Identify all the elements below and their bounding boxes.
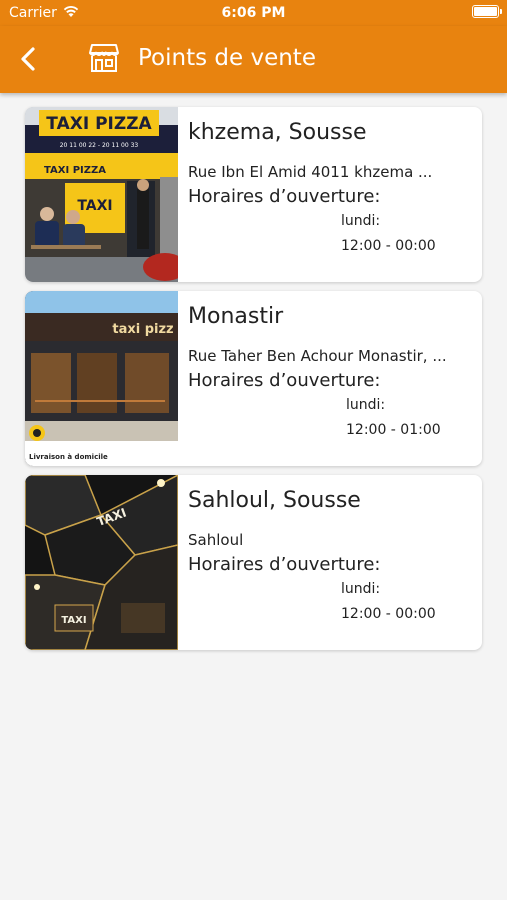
battery-icon <box>472 5 502 18</box>
store-card-monastir[interactable]: taxi pizz Livraison à domicile Monastir … <box>25 291 482 466</box>
store-address: Rue Ibn El Amid 4011 khzema ... <box>188 163 433 181</box>
store-name: Sahloul, Sousse <box>188 488 361 513</box>
opening-hours: 12:00 - 00:00 <box>341 606 436 622</box>
opening-day: lundi: <box>346 397 386 413</box>
opening-hours-label: Horaires d’ouverture: <box>188 370 381 391</box>
opening-day: lundi: <box>341 581 381 597</box>
store-list: TAXI PIZZA 20 11 00 22 - 20 11 00 33 TAX… <box>25 107 482 659</box>
photo-awning-text: TAXI PIZZA <box>44 165 106 176</box>
store-address: Sahloul <box>188 531 244 549</box>
svg-text:TAXI: TAXI <box>77 198 112 214</box>
photo-sign-text-2: TAXI <box>61 615 86 626</box>
opening-hours-label: Horaires d’ouverture: <box>188 186 381 207</box>
store-icon <box>89 44 119 72</box>
opening-hours-label: Horaires d’ouverture: <box>188 554 381 575</box>
store-name: khzema, Sousse <box>188 120 367 145</box>
back-chevron-icon[interactable] <box>16 45 42 73</box>
status-time: 6:06 PM <box>221 5 286 21</box>
photo-sign-text: TAXI PIZZA <box>46 114 152 134</box>
store-photo: TAXI TAXI <box>25 475 178 650</box>
photo-sign-phone: 20 11 00 22 - 20 11 00 33 <box>60 142 139 149</box>
store-name: Monastir <box>188 304 284 329</box>
store-photo: TAXI PIZZA 20 11 00 22 - 20 11 00 33 TAX… <box>25 107 178 282</box>
photo-caption: Livraison à domicile <box>29 453 108 461</box>
page-title: Points de vente <box>138 45 316 71</box>
opening-hours: 12:00 - 01:00 <box>346 422 441 438</box>
photo-sign-text: taxi pizz <box>112 322 173 337</box>
status-bar: Carrier 6:06 PM <box>0 0 507 26</box>
store-address: Rue Taher Ben Achour Monastir, ... <box>188 347 447 365</box>
opening-day: lundi: <box>341 213 381 229</box>
opening-hours: 12:00 - 00:00 <box>341 238 436 254</box>
nav-bar: Points de vente <box>0 26 507 93</box>
store-photo: taxi pizz Livraison à domicile <box>25 291 178 466</box>
store-card-sahloul[interactable]: TAXI TAXI Sahloul, Sousse Sahloul Horair… <box>25 475 482 650</box>
store-card-khzema[interactable]: TAXI PIZZA 20 11 00 22 - 20 11 00 33 TAX… <box>25 107 482 282</box>
